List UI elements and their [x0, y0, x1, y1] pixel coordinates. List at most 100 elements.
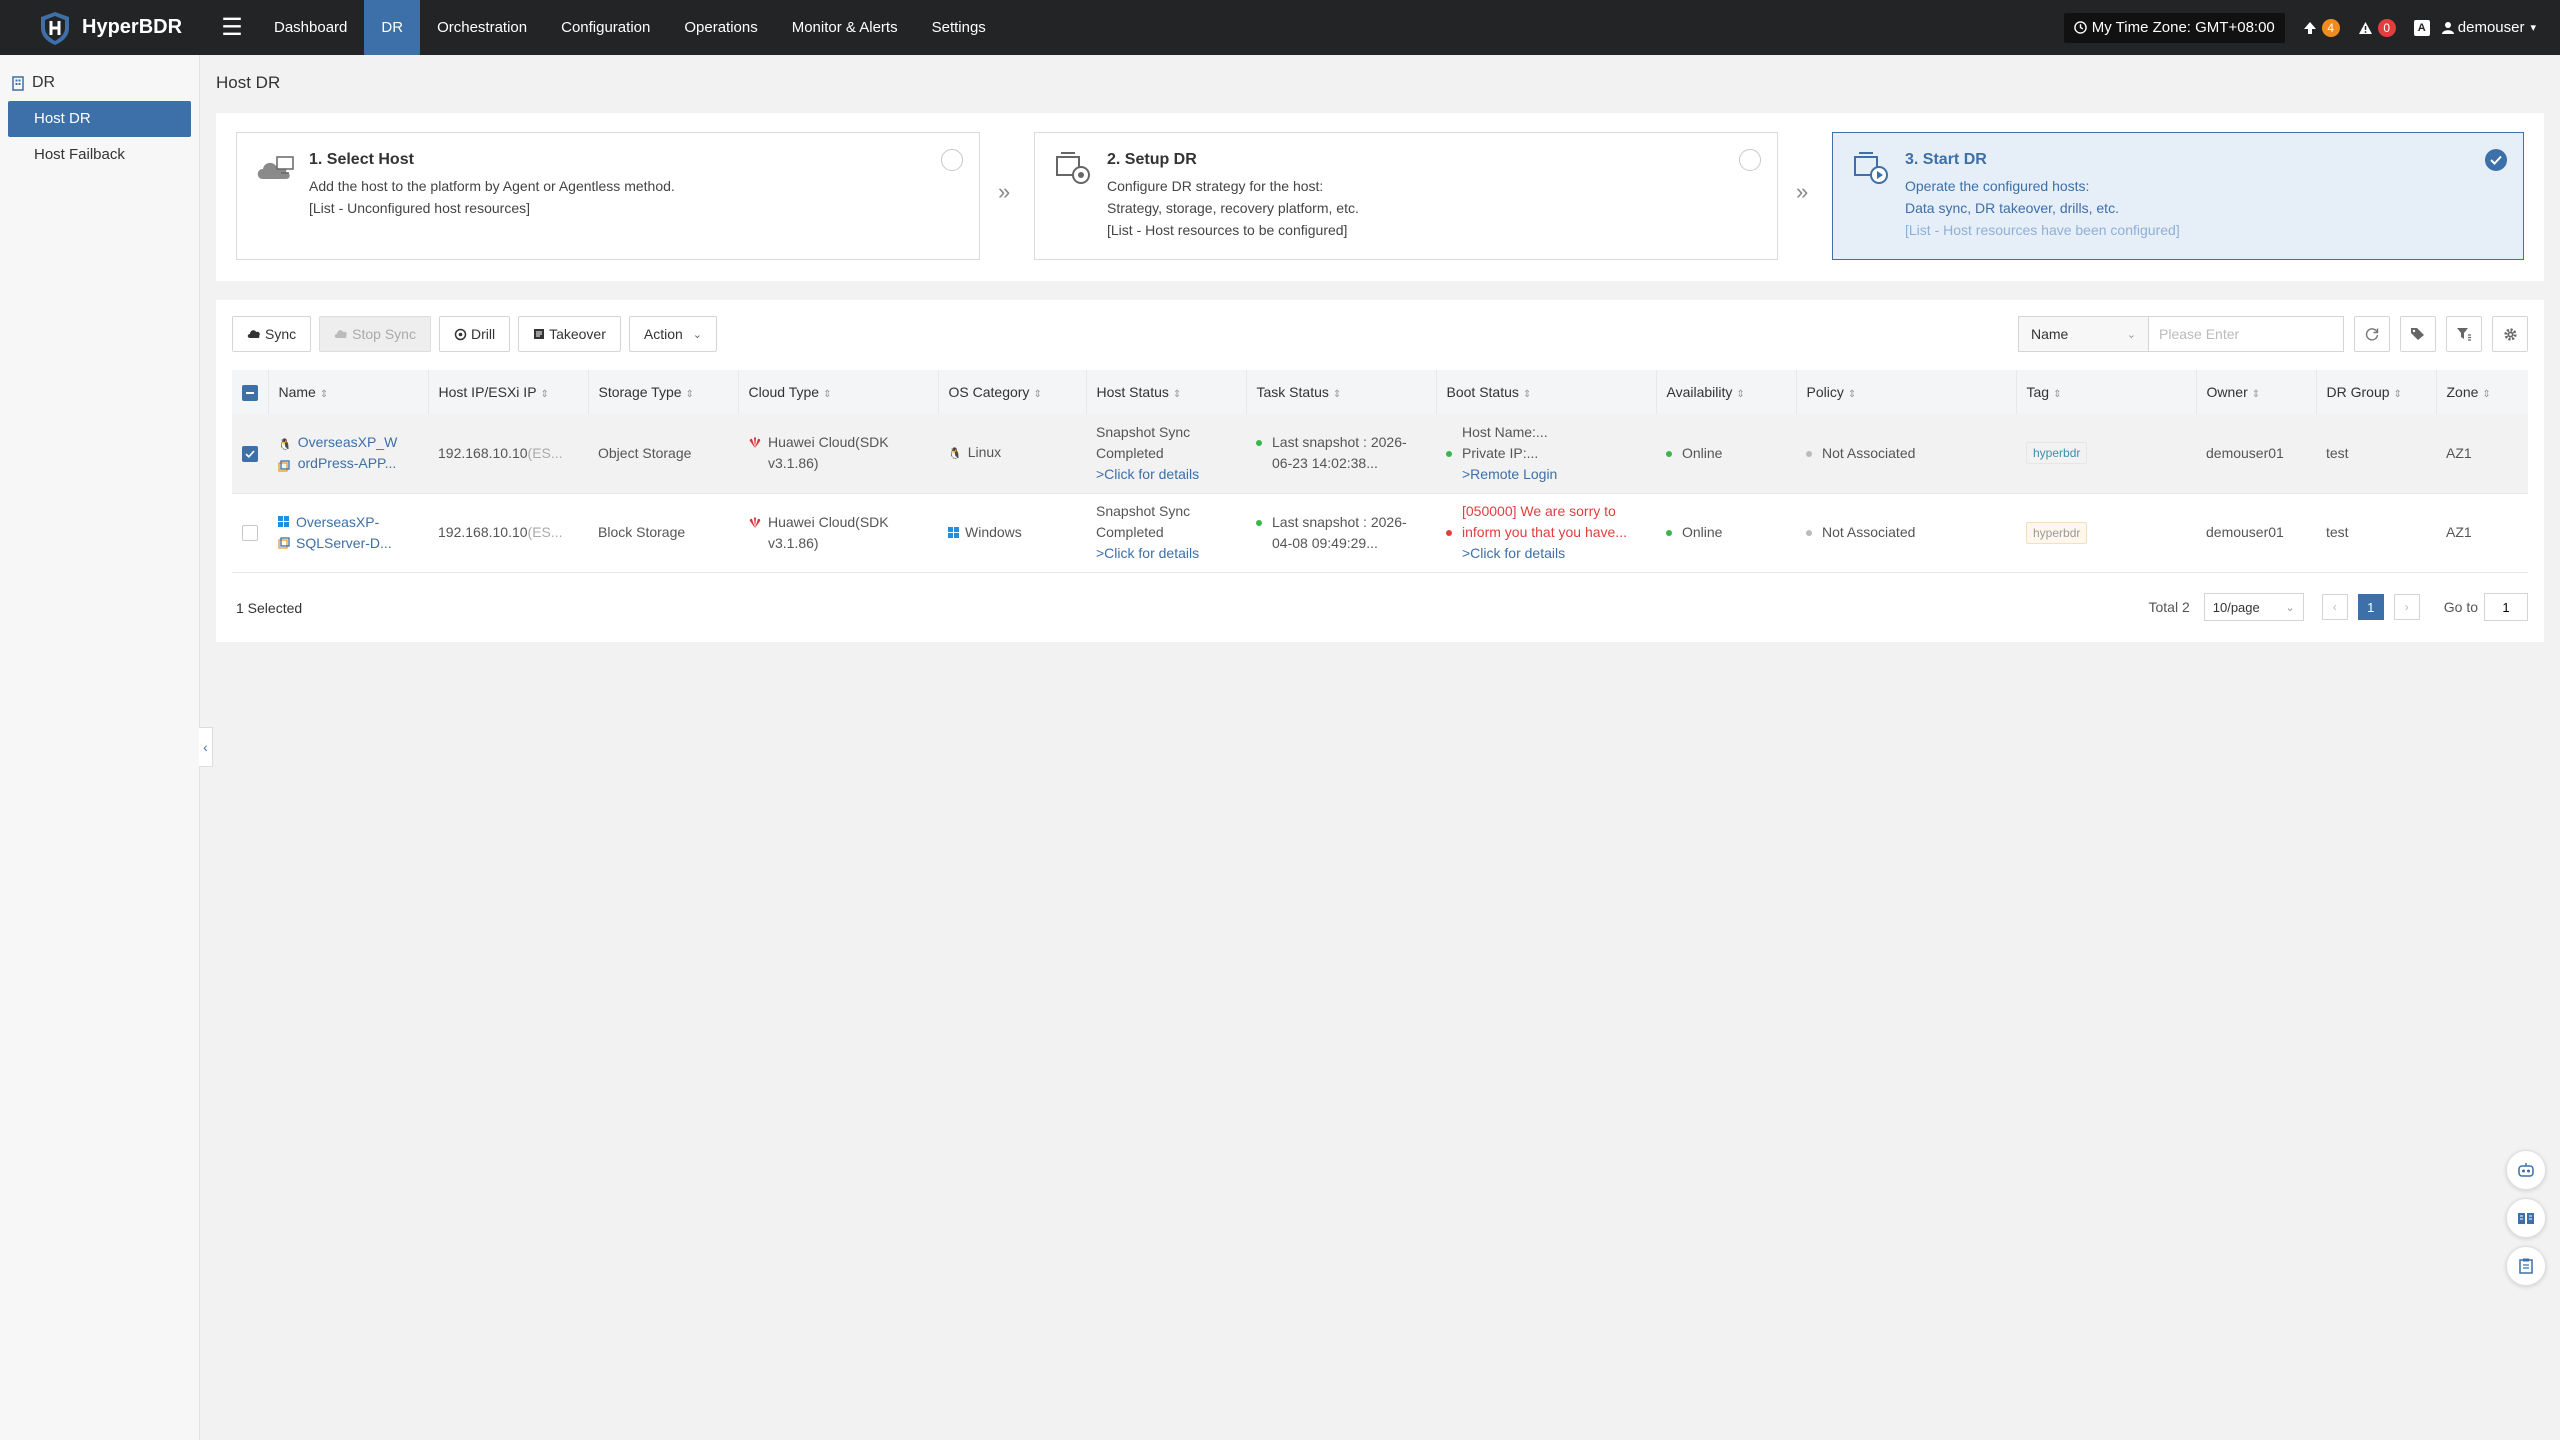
column-header-boot-status[interactable]: Boot Status ⇕ [1436, 370, 1657, 414]
table-row[interactable]: OverseasXP- SQLServer-D... 192.168.10.10… [232, 493, 2528, 573]
step-3-check-icon[interactable] [2485, 149, 2507, 171]
task-status-cell: Last snapshot : 2026- 04-08 09:49:29... [1246, 493, 1436, 573]
column-header-dr-group[interactable]: DR Group ⇕ [2316, 370, 2437, 414]
name-cell: 🐧 OverseasXP_W ordPress-APP... [268, 414, 428, 494]
select-all-checkbox[interactable] [242, 384, 258, 401]
tag-cell: hyperbdr [2016, 493, 2196, 573]
user-menu[interactable]: demouser ▾ [2441, 19, 2536, 36]
sort-icon: ⇕ [2251, 389, 2261, 400]
column-header-host-status[interactable]: Host Status ⇕ [1086, 370, 1247, 414]
nav-dr[interactable]: DR [364, 0, 421, 55]
drill-label: Drill [470, 326, 496, 342]
search-field-value: Name [2031, 326, 2069, 342]
menu-toggle-icon[interactable]: ☰ [215, 0, 249, 55]
column-filter-button[interactable] [2446, 316, 2482, 352]
column-header-owner[interactable]: Owner ⇕ [2196, 370, 2317, 414]
page-number-current[interactable]: 1 [2357, 594, 2384, 620]
column-header-host-ip[interactable]: Host IP/ESXi IP ⇕ [428, 370, 589, 414]
alert-notifications[interactable]: 0 [2358, 18, 2396, 37]
sidebar-group-dr[interactable]: DR [0, 65, 199, 101]
zone-cell: AZ1 [2436, 414, 2528, 494]
settings-button[interactable] [2492, 316, 2528, 352]
prev-page-button[interactable]: ‹ [2321, 594, 2348, 620]
column-header-availability[interactable]: Availability ⇕ [1656, 370, 1797, 414]
tag-icon [2411, 328, 2424, 340]
nav-configuration[interactable]: Configuration [544, 0, 667, 55]
column-header-os-category[interactable]: OS Category ⇕ [938, 370, 1087, 414]
clipboard-button[interactable] [2506, 1246, 2546, 1286]
tag-filter-button[interactable] [2400, 316, 2436, 352]
sidebar-item-host-dr[interactable]: Host DR [8, 101, 191, 137]
host-name-link-cont[interactable]: SQLServer-D... [296, 533, 392, 554]
step-2-radio[interactable] [1739, 149, 1761, 171]
sort-icon: ⇕ [2053, 389, 2062, 400]
next-page-button[interactable]: › [2393, 594, 2420, 620]
refresh-button[interactable] [2354, 316, 2390, 352]
remote-login-link[interactable]: >Remote Login [1462, 464, 1557, 485]
nav-orchestration[interactable]: Orchestration [420, 0, 544, 55]
takeover-button[interactable]: Takeover [518, 316, 621, 352]
refresh-icon [2365, 328, 2379, 341]
column-header-storage-type[interactable]: Storage Type ⇕ [588, 370, 739, 414]
column-header-policy[interactable]: Policy ⇕ [1796, 370, 2017, 414]
manual-button[interactable] [2506, 1198, 2546, 1238]
sidebar-collapse-toggle[interactable]: ‹ [199, 727, 213, 767]
boot-error-line-1: [050000] We are sorry to [1462, 503, 1616, 519]
row-checkbox[interactable] [242, 525, 258, 542]
sort-icon: ⇕ [1172, 389, 1182, 400]
column-header-task-status[interactable]: Task Status ⇕ [1246, 370, 1437, 414]
column-header-label: Cloud Type [748, 384, 820, 400]
step-1-title: 1. Select Host [309, 151, 414, 168]
sort-icon: ⇕ [2393, 389, 2402, 400]
chevron-down-icon: ▾ [2530, 22, 2536, 34]
host-status-cell: Snapshot Sync Completed >Click for detai… [1086, 493, 1246, 573]
row-checkbox[interactable] [242, 446, 258, 463]
column-header-label: OS Category [948, 384, 1030, 400]
language-icon[interactable]: A [2413, 19, 2430, 36]
column-header-tag[interactable]: Tag ⇕ [2016, 370, 2197, 414]
tag-badge[interactable]: hyperbdr [2026, 521, 2088, 544]
stop-sync-button[interactable]: Stop Sync [319, 316, 431, 352]
action-dropdown[interactable]: Action ⌄ [628, 316, 718, 352]
timezone-display[interactable]: My Time Zone: GMT+08:00 [2063, 12, 2285, 43]
drill-button[interactable]: Drill [438, 316, 511, 352]
brand-logo[interactable]: HyperBDR [0, 10, 215, 46]
column-header-name[interactable]: Name ⇕ [268, 370, 429, 414]
search-input[interactable] [2148, 316, 2344, 352]
host-ip-suffix: (ES... [527, 444, 563, 461]
page-size-select[interactable]: 10/page ⌄ [2203, 593, 2304, 621]
nav-monitor-alerts[interactable]: Monitor & Alerts [775, 0, 915, 55]
upload-notifications[interactable]: 4 [2303, 18, 2340, 37]
search-area: Name ⌄ [2018, 316, 2528, 352]
step-setup-dr[interactable]: 2. Setup DR Configure DR strategy for th… [1034, 132, 1778, 260]
sync-button[interactable]: Sync [232, 316, 312, 352]
step-select-host[interactable]: 1. Select Host Add the host to the platf… [236, 132, 980, 260]
boot-details-link[interactable]: >Click for details [1462, 543, 1627, 564]
host-name-link[interactable]: OverseasXP- [296, 512, 392, 533]
boot-status-cell: Host Name:... Private IP:... >Remote Login [1436, 414, 1656, 494]
filter-icon [2457, 328, 2471, 341]
host-status-details-link[interactable]: >Click for details [1096, 543, 1236, 564]
step-1-radio[interactable] [941, 149, 963, 171]
host-ip: 192.168.10.10 [438, 444, 528, 461]
tag-badge[interactable]: hyperbdr [2026, 442, 2088, 465]
host-name-link-cont[interactable]: ordPress-APP... [298, 453, 398, 474]
sidebar-item-host-failback[interactable]: Host Failback [8, 137, 191, 173]
nav-settings[interactable]: Settings [915, 0, 1003, 55]
nav-dashboard[interactable]: Dashboard [257, 0, 364, 55]
sidebar: DR Host DR Host Failback [0, 55, 200, 1440]
column-header-label: Availability [1666, 384, 1733, 400]
host-name-link[interactable]: OverseasXP_W [298, 432, 398, 453]
host-status-details-link[interactable]: >Click for details [1096, 464, 1236, 485]
table-row[interactable]: 🐧 OverseasXP_W ordPress-APP... 192.168.1… [232, 414, 2528, 494]
warning-icon [2358, 21, 2372, 34]
column-header-cloud-type[interactable]: Cloud Type ⇕ [738, 370, 939, 414]
search-field-select[interactable]: Name ⌄ [2018, 316, 2148, 352]
goto-page-input[interactable] [2484, 593, 2528, 621]
column-header-zone[interactable]: Zone ⇕ [2436, 370, 2528, 414]
robot-assistant-button[interactable] [2506, 1150, 2546, 1190]
tag-cell: hyperbdr [2016, 414, 2196, 494]
step-start-dr[interactable]: 3. Start DR Operate the configured hosts… [1832, 132, 2524, 260]
step-2-title: 2. Setup DR [1107, 151, 1197, 168]
nav-operations[interactable]: Operations [667, 0, 774, 55]
